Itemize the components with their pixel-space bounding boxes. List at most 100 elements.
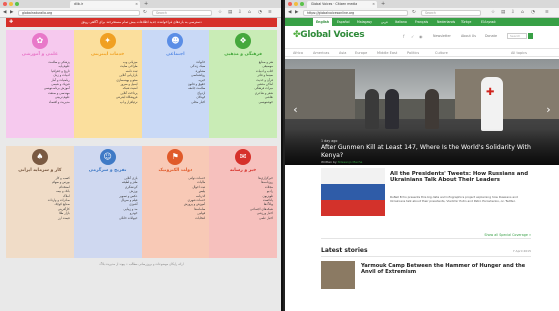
region-nav-item[interactable]: Europe [355, 49, 367, 57]
new-tab-icon[interactable]: + [381, 1, 385, 8]
forward-arrow-icon[interactable]: ▶ [10, 10, 13, 16]
reading-list-icon[interactable]: ▤ [228, 10, 232, 16]
category-link[interactable]: نرم‌افزار و اپ [78, 100, 138, 104]
feature-title[interactable]: All the Presidents' Tweets: How Russians… [390, 171, 530, 184]
language-link[interactable]: English [313, 18, 333, 26]
left-address-bar[interactable]: globalnaturalia.org [18, 10, 140, 16]
left-search-box[interactable]: Search [152, 10, 212, 16]
language-link[interactable]: Italiano [395, 18, 407, 26]
menu-icon[interactable]: ≡ [545, 10, 549, 16]
category-link[interactable]: قیمت ارز [10, 216, 70, 220]
global-voices-logo[interactable]: ✤Global Voices [293, 30, 365, 40]
category-internet-services[interactable]: ✦ خدمات اینترنتی میزبانی وب طراحی سایت ثبت د… [73, 30, 142, 138]
right-active-tab[interactable]: Global Voices · Citizen media × [307, 1, 377, 8]
category-title[interactable]: تفریح و سرگرمی [78, 168, 138, 173]
region-nav-item[interactable]: All topics [511, 49, 527, 57]
category-news-media[interactable]: ✉ خبر و رسانه خبرگزاری‌ها روزنامه‌ها مجلات را… [209, 146, 277, 258]
donate-link[interactable]: Donate [485, 34, 497, 38]
category-culture-religion[interactable]: ❖ فرهنگی و مذهبی هنر و صنایع موسیقی کتاب و ا… [209, 30, 277, 138]
region-nav-item[interactable]: Politics [407, 49, 419, 57]
rss-icon[interactable]: ◉ [419, 34, 423, 39]
maximize-window-button[interactable] [15, 2, 19, 6]
right-search-box[interactable]: Search [421, 10, 481, 16]
category-link[interactable]: اخبار علمی [213, 216, 273, 220]
category-entertainment[interactable]: ☺ تفریح و سرگرمی بازی آنلاین طنز و لطیفه گرد… [73, 146, 142, 258]
minimize-window-button[interactable] [294, 2, 298, 6]
category-title[interactable]: خبر و رسانه [213, 168, 273, 173]
category-social[interactable]: ☻ اجتماعی خانواده سبک زندگی مشاوره روانشناسی خ… [141, 30, 210, 138]
region-nav-item[interactable]: Middle East [377, 49, 397, 57]
reading-list-icon[interactable]: ▤ [501, 10, 505, 16]
language-link[interactable]: Nederlands [437, 18, 455, 26]
hero-headline[interactable]: After Gunmen Kill at Least 147, Where Is… [321, 144, 531, 159]
category-link[interactable]: انتخابات [146, 216, 205, 220]
left-page-content: ✚ دسترسی به بازدهای فراخواننده جدید اطلا… [0, 18, 281, 311]
region-nav-item[interactable]: Culture [435, 49, 448, 57]
notice-banner[interactable]: ✚ دسترسی به بازدهای فراخواننده جدید اطلا… [6, 18, 277, 27]
menu-icon[interactable]: ≡ [268, 10, 272, 16]
category-title[interactable]: فرهنگی و مذهبی [213, 52, 273, 57]
category-e-government[interactable]: ⚑ دولت الکترونیک خدمات دولتی مالیات ثبت احوا… [141, 146, 210, 258]
star-icon[interactable]: ☆ [218, 10, 222, 16]
category-title[interactable]: خدمات اینترنتی [78, 52, 138, 57]
language-link[interactable]: Français [415, 18, 428, 26]
pocket-icon[interactable]: ◔ [258, 10, 262, 16]
language-link[interactable]: Malagasy [357, 18, 372, 26]
slider-prev-arrow-icon[interactable]: ‹ [291, 103, 300, 117]
close-tab-icon[interactable]: × [135, 1, 138, 8]
category-icon: ❖ [235, 33, 252, 49]
special-coverage-feature[interactable]: All the Presidents' Tweets: How Russians… [321, 168, 531, 228]
back-arrow-icon[interactable]: ◀ [288, 10, 291, 16]
language-link[interactable]: Ελληνικά [481, 18, 496, 26]
category-science[interactable]: ✿ علمی و آموزشی پزشکی و سلامت علوم پایه تاری… [6, 30, 74, 138]
pocket-icon[interactable]: ◔ [531, 10, 535, 16]
maximize-window-button[interactable] [300, 2, 304, 6]
forward-arrow-icon[interactable]: ▶ [295, 10, 298, 16]
home-icon[interactable]: ⌂ [521, 10, 524, 16]
close-tab-icon[interactable]: × [372, 1, 375, 8]
minimize-window-button[interactable] [9, 2, 13, 6]
category-title[interactable]: کار و سرمایه ایرانی [10, 168, 70, 173]
category-link[interactable]: مدیریت و اقتصاد [10, 100, 70, 104]
hero-author-link[interactable]: Ndesanjo Macha [338, 160, 363, 164]
category-business[interactable]: ♠ کار و سرمایه ایرانی کسب و کار بورس و سهام… [6, 146, 74, 258]
download-icon[interactable]: ⇩ [511, 10, 515, 16]
twitter-icon[interactable]: ✓ [411, 34, 414, 39]
category-link[interactable]: خوشنویسی [213, 100, 273, 104]
newsletter-link[interactable]: Newsletter [433, 34, 451, 38]
site-search-input[interactable]: Search [507, 33, 527, 39]
story-title[interactable]: Yarmouk Camp Between the Hammer of Hunge… [361, 263, 531, 276]
left-active-tab[interactable]: dlib.ir × [70, 1, 140, 8]
close-window-button[interactable] [3, 2, 7, 6]
region-nav-item[interactable]: Asia [339, 49, 346, 57]
download-icon[interactable]: ⇩ [238, 10, 242, 16]
reload-icon[interactable]: ↻ [412, 10, 416, 16]
gift-icon: ✚ [9, 19, 14, 25]
hero-story[interactable]: ✚ ‹ › 1 day ago After Gunmen Kill at Lea… [285, 59, 559, 165]
category-title[interactable]: اجتماعی [146, 52, 206, 57]
back-arrow-icon[interactable]: ◀ [3, 10, 6, 16]
new-tab-icon[interactable]: + [144, 1, 148, 8]
slider-next-arrow-icon[interactable]: › [544, 103, 553, 117]
category-title[interactable]: علمی و آموزشی [10, 52, 70, 57]
show-all-coverage-link[interactable]: Show all Special Coverage » [321, 231, 531, 239]
category-title[interactable]: دولت الکترونیک [146, 168, 206, 173]
region-nav-item[interactable]: Africa [293, 49, 303, 57]
story-item[interactable]: Yarmouk Camp Between the Hammer of Hunge… [321, 261, 531, 291]
site-search-button[interactable] [528, 33, 533, 39]
feature-thumbnail[interactable] [321, 168, 385, 216]
star-icon[interactable]: ☆ [491, 10, 495, 16]
home-icon[interactable]: ⌂ [248, 10, 251, 16]
region-nav-item[interactable]: Americas [313, 49, 329, 57]
category-link[interactable]: اخبار محلی [146, 100, 205, 104]
close-window-button[interactable] [288, 2, 292, 6]
story-thumbnail[interactable] [321, 261, 355, 289]
facebook-icon[interactable]: f [403, 34, 404, 39]
language-link[interactable]: Türkçe [461, 18, 471, 26]
right-address-bar[interactable]: https://globalvoicesonline.org [303, 10, 408, 16]
about-us-link[interactable]: About Us [461, 34, 476, 38]
category-link[interactable]: حیوانات خانگی [78, 216, 137, 220]
language-link[interactable]: عربي [381, 18, 388, 26]
reload-icon[interactable]: ↻ [143, 10, 147, 16]
language-link[interactable]: Español [337, 18, 350, 26]
